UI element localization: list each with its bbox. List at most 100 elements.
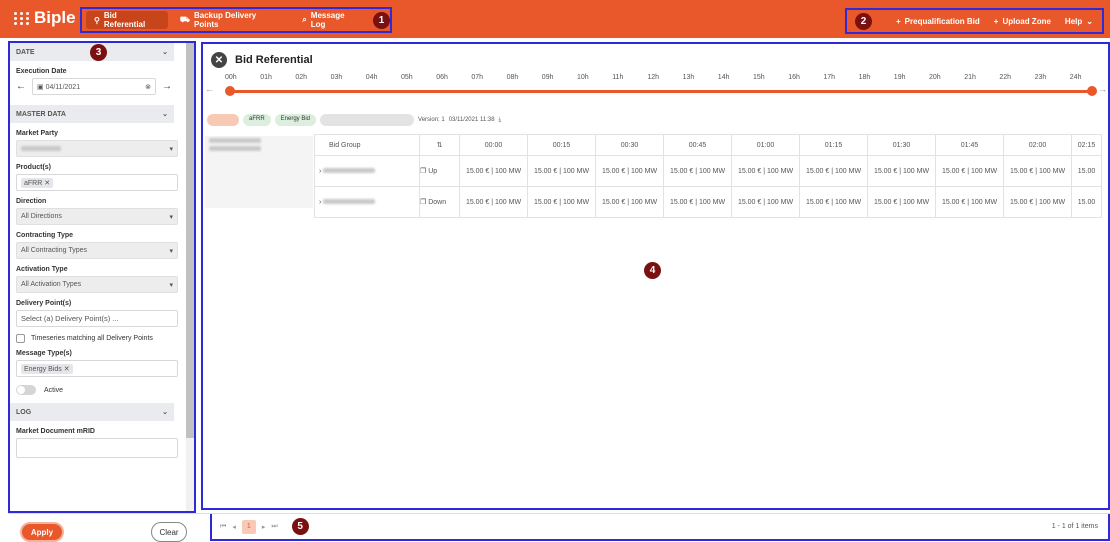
bid-cell[interactable]: 15.00 € | 100 MW bbox=[867, 155, 936, 187]
market-party-select[interactable]: ▾ bbox=[16, 140, 178, 157]
bid-cell[interactable]: 15.00 € | 100 MW bbox=[663, 155, 732, 187]
direction-select[interactable]: All Directions ▾ bbox=[16, 208, 178, 225]
pager-summary: 1 - 1 of 1 items bbox=[1051, 523, 1098, 530]
nav-bid-referential[interactable]: ⚲ Bid Referential bbox=[86, 11, 168, 29]
timeline-slider[interactable]: ← 00h 01h 02h 03h 04h 05h 06h 07h 08h 09h 10h 11h 12… bbox=[203, 74, 1108, 114]
bid-cell[interactable]: 15.00 € | 100 MW bbox=[799, 186, 868, 218]
bid-cell[interactable]: 15.00 € | 100 MW bbox=[731, 186, 800, 218]
product-chip[interactable]: aFRR ✕ bbox=[21, 177, 54, 188]
caret-down-icon: ▾ bbox=[169, 247, 173, 255]
copy-icon[interactable]: ❐ bbox=[420, 199, 426, 206]
active-toggle[interactable] bbox=[16, 385, 36, 395]
timeseries-checkbox-row[interactable]: Timeseries matching all Delivery Points bbox=[16, 334, 178, 343]
app-logo[interactable]: Biple bbox=[14, 8, 76, 28]
blurred-group bbox=[323, 198, 376, 204]
chevron-right-icon[interactable]: › bbox=[319, 168, 321, 175]
bid-cell[interactable]: 15.00 € | 100 MW bbox=[595, 155, 664, 187]
activation-type-select[interactable]: All Activation Types ▾ bbox=[16, 276, 178, 293]
table-row: › ❐ Down 15.00 € | 100 MW 15.00 € | 100 … bbox=[314, 186, 1102, 218]
message-type-multiselect[interactable]: Energy Bids ✕ bbox=[16, 360, 178, 377]
first-page-icon[interactable]: ⏮ bbox=[220, 523, 226, 531]
close-icon[interactable]: ✕ bbox=[211, 52, 227, 68]
timeline-tick: 00h bbox=[225, 74, 237, 81]
bid-cell[interactable]: 15.00 € | 100 MW bbox=[527, 186, 596, 218]
arrow-left-icon[interactable]: ← bbox=[16, 81, 26, 92]
bid-cell[interactable]: 15.00 € | 100 MW bbox=[731, 155, 800, 187]
contracting-type-value: All Contracting Types bbox=[21, 247, 88, 254]
bid-cell[interactable]: 15.00 € | 100 MW bbox=[1003, 155, 1072, 187]
sort-icon[interactable]: ⇅ bbox=[419, 134, 460, 156]
bottom-bar: Apply Clear ⏮ ◂ 1 ▸ ⏭ 5 1 - 1 of 1 items bbox=[8, 513, 1110, 542]
download-icon[interactable]: ⤓ bbox=[499, 117, 502, 124]
blurred-group bbox=[323, 167, 376, 173]
activation-type-label: Activation Type bbox=[16, 266, 68, 273]
bid-cell[interactable]: 15.00 bbox=[1071, 155, 1102, 187]
timeline-tick: 18h bbox=[858, 74, 871, 81]
time-header: 01:30 bbox=[867, 134, 936, 156]
time-header: 02:00 bbox=[1003, 134, 1072, 156]
time-header: 01:45 bbox=[935, 134, 1004, 156]
direction-value: All Directions bbox=[21, 213, 62, 220]
sidebar-scroll-thumb[interactable] bbox=[186, 43, 194, 438]
sidebar-scrollbar[interactable] bbox=[186, 43, 194, 511]
arrow-right-icon[interactable]: → bbox=[1098, 84, 1107, 94]
nav-message-log[interactable]: ⌕ Message Log bbox=[294, 11, 369, 29]
marker-3: 3 bbox=[90, 44, 107, 61]
bid-cell[interactable]: 15.00 bbox=[1071, 186, 1102, 218]
bid-cell[interactable]: 15.00 € | 100 MW bbox=[527, 155, 596, 187]
delivery-points-input[interactable]: Select (a) Delivery Point(s) ... bbox=[16, 310, 178, 327]
bid-cell[interactable]: 15.00 € | 100 MW bbox=[1003, 186, 1072, 218]
timeline-tick: 12h bbox=[647, 74, 660, 81]
nav-message-log-label: Message Log bbox=[310, 11, 345, 29]
bid-group-cell[interactable]: › bbox=[314, 186, 420, 218]
bid-cell[interactable]: 15.00 € | 100 MW bbox=[935, 186, 1004, 218]
time-header: 01:00 bbox=[731, 134, 800, 156]
mrid-input[interactable] bbox=[16, 438, 178, 458]
mrid-label: Market Document mRID bbox=[16, 428, 95, 435]
chevron-right-icon[interactable]: › bbox=[319, 199, 321, 206]
help-menu[interactable]: Help ⌄ bbox=[1061, 12, 1097, 30]
timeline-end-handle[interactable] bbox=[1087, 86, 1097, 96]
plus-icon: + bbox=[896, 16, 901, 26]
bid-group-cell[interactable]: › bbox=[314, 155, 420, 187]
log-section-header[interactable]: LOG ⌄ bbox=[10, 403, 174, 421]
next-page-icon[interactable]: ▸ bbox=[262, 523, 266, 531]
execution-date-input[interactable]: ▣ 04/11/2021 ⊗ bbox=[32, 78, 156, 95]
prequalification-bid-button[interactable]: + Prequalification Bid bbox=[892, 12, 984, 30]
products-multiselect[interactable]: aFRR ✕ bbox=[16, 174, 178, 191]
apply-button[interactable]: Apply bbox=[20, 522, 64, 542]
execution-date-label: Execution Date bbox=[16, 68, 67, 75]
timeline-tick: 07h bbox=[471, 74, 484, 81]
bid-cell[interactable]: 15.00 € | 100 MW bbox=[459, 186, 528, 218]
timeline-tick: 08h bbox=[506, 74, 519, 81]
time-header: 02:15 bbox=[1071, 134, 1102, 156]
bid-cell[interactable]: 15.00 € | 100 MW bbox=[663, 186, 732, 218]
bid-cell[interactable]: 15.00 € | 100 MW bbox=[595, 186, 664, 218]
clear-circle-icon[interactable]: ⊗ bbox=[145, 83, 151, 91]
direction-cell: ❐ Down bbox=[419, 186, 460, 218]
prev-page-icon[interactable]: ◂ bbox=[232, 523, 236, 531]
bid-cell[interactable]: 15.00 € | 100 MW bbox=[867, 186, 936, 218]
copy-icon[interactable]: ❐ bbox=[420, 168, 426, 175]
bid-info-panel bbox=[205, 136, 313, 208]
upload-zone-button[interactable]: + Upload Zone bbox=[990, 12, 1055, 30]
bid-cell[interactable]: 15.00 € | 100 MW bbox=[799, 155, 868, 187]
arrow-left-icon[interactable]: ← bbox=[205, 84, 214, 94]
message-type-chip[interactable]: Energy Bids ✕ bbox=[21, 363, 73, 374]
master-data-section-header[interactable]: MASTER DATA ⌄ bbox=[10, 105, 174, 123]
bid-cell[interactable]: 15.00 € | 100 MW bbox=[459, 155, 528, 187]
clear-button[interactable]: Clear bbox=[151, 522, 187, 542]
contracting-type-select[interactable]: All Contracting Types ▾ bbox=[16, 242, 178, 259]
page-number[interactable]: 1 bbox=[241, 519, 256, 534]
nav-backup-delivery-points[interactable]: ⛟ Backup Delivery Points bbox=[172, 11, 290, 29]
active-toggle-row[interactable]: Active bbox=[16, 385, 178, 395]
timeline-start-handle[interactable] bbox=[225, 86, 235, 96]
upload-zone-label: Upload Zone bbox=[1002, 16, 1051, 26]
bid-cell[interactable]: 15.00 € | 100 MW bbox=[935, 155, 1004, 187]
arrow-right-icon[interactable]: → bbox=[162, 81, 172, 92]
bid-group-header[interactable]: Bid Group bbox=[314, 134, 420, 156]
chevron-down-icon: ⌄ bbox=[162, 409, 168, 416]
last-page-icon[interactable]: ⏭ bbox=[271, 523, 277, 531]
timeseries-checkbox[interactable] bbox=[16, 334, 25, 343]
filter-tags: aFRR Energy Bid Version: 1 03/11/2021 11… bbox=[207, 114, 501, 126]
